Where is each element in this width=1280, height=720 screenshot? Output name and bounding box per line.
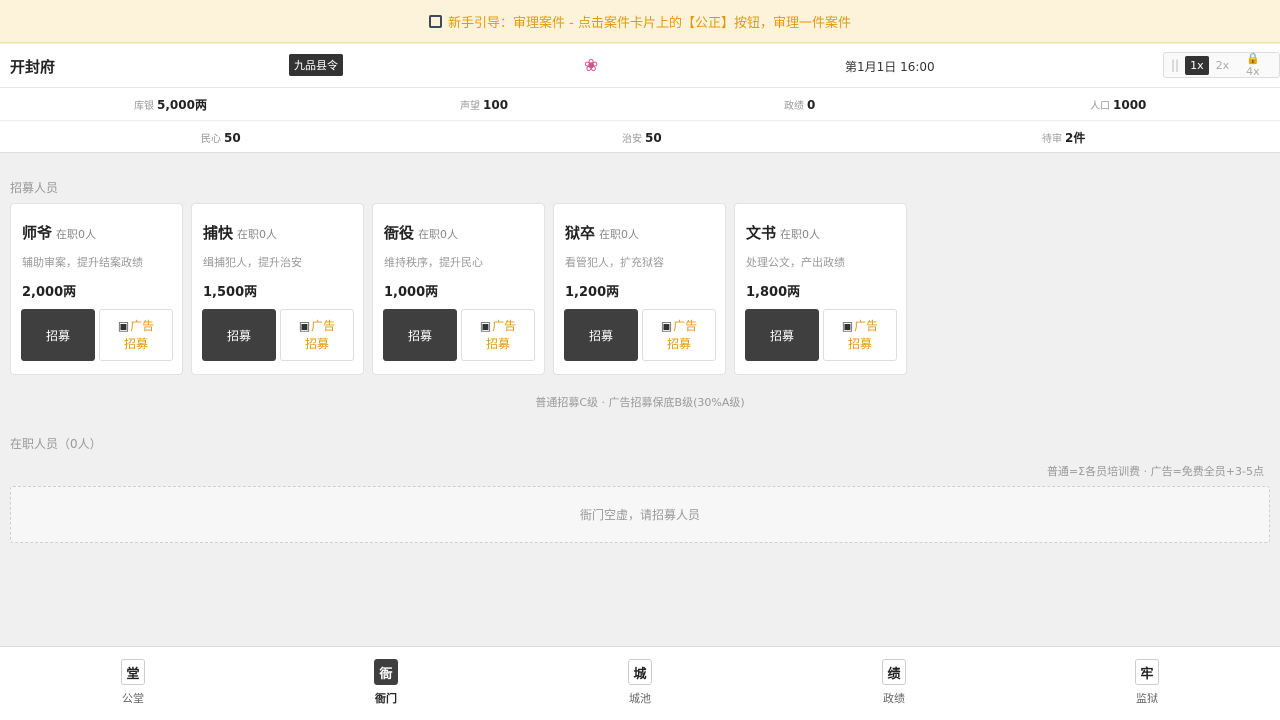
role-price: 1,800两 xyxy=(746,285,801,300)
nav-city[interactable]: 城 城池 xyxy=(610,659,670,706)
tutorial-banner[interactable]: 新手引导：审理案件 - 点击案件卡片上的【公正】按钮，审理一件案件 xyxy=(0,0,1280,43)
pause-button[interactable]: || xyxy=(1167,55,1183,75)
recruit-note: 普通招募C级 · 广告招募保底B级(30%A级) xyxy=(535,396,745,409)
role-desc: 维持秩序，提升民心 xyxy=(384,256,483,269)
role-price: 1,500两 xyxy=(203,285,258,300)
role-price: 2,000两 xyxy=(22,285,77,300)
role-name: 衙役 xyxy=(384,224,415,242)
ad-recruit-button[interactable]: ▣广告 招募 xyxy=(99,309,173,361)
speed-4x-button[interactable]: 🔒4x xyxy=(1236,49,1276,81)
nav-yamen[interactable]: 衙 衙门 xyxy=(356,659,416,706)
role-desc: 处理公文，产出政绩 xyxy=(746,256,845,269)
bottom-nav: 堂 公堂 衙 衙门 城 城池 绩 政绩 牢 监狱 xyxy=(0,646,1280,720)
recruit-card-bukuai: 捕快 在职0人 缉捕犯人，提升治安 1,500两 招募 ▣广告 招募 xyxy=(191,203,364,375)
recruit-section-title: 招募人员 xyxy=(10,181,59,195)
video-ad-icon: ▣ xyxy=(660,319,673,333)
recruit-card-shiye: 师爷 在职0人 辅助审案，提升结案政绩 2,000两 招募 ▣广告 招募 xyxy=(10,203,183,375)
nav-label: 政绩 xyxy=(883,692,905,705)
role-price: 1,200两 xyxy=(565,285,620,300)
role-desc: 缉捕犯人，提升治安 xyxy=(203,256,302,269)
role-desc: 看管犯人，扩充狱容 xyxy=(565,256,664,269)
ad-recruit-button[interactable]: ▣广告 招募 xyxy=(823,309,897,361)
speed-2x-button[interactable]: 2x xyxy=(1211,56,1235,75)
recruit-button[interactable]: 招募 xyxy=(745,309,819,361)
role-desc: 辅助审案，提升结案政绩 xyxy=(22,256,143,269)
prison-icon: 牢 xyxy=(1135,659,1159,685)
checkbox-icon xyxy=(429,14,443,28)
role-name: 捕快 xyxy=(203,224,234,242)
stat-reputation: 声望 100 xyxy=(460,98,509,112)
role-status: 在职0人 xyxy=(237,228,278,241)
video-ad-icon: ▣ xyxy=(841,319,854,333)
ad-recruit-button[interactable]: ▣广告 招募 xyxy=(280,309,354,361)
stat-public-support: 民心 50 xyxy=(201,131,241,145)
yamen-icon: 衙 xyxy=(374,659,398,685)
staff-note: 普通=Σ各员培训费 · 广告=免费全员+3-5点 xyxy=(1046,465,1264,478)
recruit-card-wenshu: 文书 在职0人 处理公文，产出政绩 1,800两 招募 ▣广告 招募 xyxy=(734,203,907,375)
top-bar: 开封府 九品县令 ❀ 第1月1日 16:00 || 1x 2x 🔒4x xyxy=(0,44,1280,88)
courtroom-icon: 堂 xyxy=(121,659,145,685)
staff-empty-state: 衙门空虚，请招募人员 xyxy=(10,486,1270,543)
nav-prison[interactable]: 牢 监狱 xyxy=(1117,659,1177,706)
video-ad-icon: ▣ xyxy=(117,319,130,333)
nav-merit[interactable]: 绩 政绩 xyxy=(864,659,924,706)
merit-icon: 绩 xyxy=(882,659,906,685)
recruit-card-yayi: 衙役 在职0人 维持秩序，提升民心 1,000两 招募 ▣广告 招募 xyxy=(372,203,545,375)
game-date: 第1月1日 16:00 xyxy=(845,60,935,74)
video-ad-icon: ▣ xyxy=(479,319,492,333)
role-status: 在职0人 xyxy=(56,228,97,241)
role-name: 狱卒 xyxy=(565,224,596,242)
stat-treasury: 库银 5,000两 xyxy=(134,98,207,112)
city-icon: 城 xyxy=(628,659,652,685)
stat-merit: 政绩 0 xyxy=(784,98,816,112)
stat-population: 人口 1000 xyxy=(1090,98,1147,112)
stat-pending-cases: 待审 2件 xyxy=(1042,131,1086,145)
nav-label: 公堂 xyxy=(122,692,144,705)
stats-row-1: 库银 5,000两 声望 100 政绩 0 人口 1000 xyxy=(0,88,1280,121)
stat-security: 治安 50 xyxy=(622,131,662,145)
stats-row-2: 民心 50 治安 50 待审 2件 xyxy=(0,121,1280,153)
ad-recruit-button[interactable]: ▣广告 招募 xyxy=(642,309,716,361)
staff-section-title: 在职人员（0人） xyxy=(10,437,102,451)
flower-icon: ❀ xyxy=(584,56,599,76)
recruit-button[interactable]: 招募 xyxy=(202,309,276,361)
ad-recruit-button[interactable]: ▣广告 招募 xyxy=(461,309,535,361)
video-ad-icon: ▣ xyxy=(298,319,311,333)
role-status: 在职0人 xyxy=(599,228,640,241)
nav-courtroom[interactable]: 堂 公堂 xyxy=(103,659,163,706)
city-name: 开封府 xyxy=(10,58,56,76)
role-price: 1,000两 xyxy=(384,285,439,300)
recruit-card-yuzu: 狱卒 在职0人 看管犯人，扩充狱容 1,200两 招募 ▣广告 招募 xyxy=(553,203,726,375)
role-status: 在职0人 xyxy=(418,228,459,241)
rank-badge: 九品县令 xyxy=(289,54,343,76)
nav-label: 城池 xyxy=(629,692,651,705)
recruit-button[interactable]: 招募 xyxy=(564,309,638,361)
recruit-button[interactable]: 招募 xyxy=(21,309,95,361)
tutorial-text: 新手引导：审理案件 - 点击案件卡片上的【公正】按钮，审理一件案件 xyxy=(448,15,851,31)
role-status: 在职0人 xyxy=(780,228,821,241)
nav-label: 监狱 xyxy=(1136,692,1158,705)
nav-label: 衙门 xyxy=(375,692,397,705)
speed-1x-button[interactable]: 1x xyxy=(1185,55,1209,75)
role-name: 文书 xyxy=(746,224,777,242)
recruit-button[interactable]: 招募 xyxy=(383,309,457,361)
role-name: 师爷 xyxy=(22,224,53,242)
speed-control: || 1x 2x 🔒4x xyxy=(1163,52,1280,78)
